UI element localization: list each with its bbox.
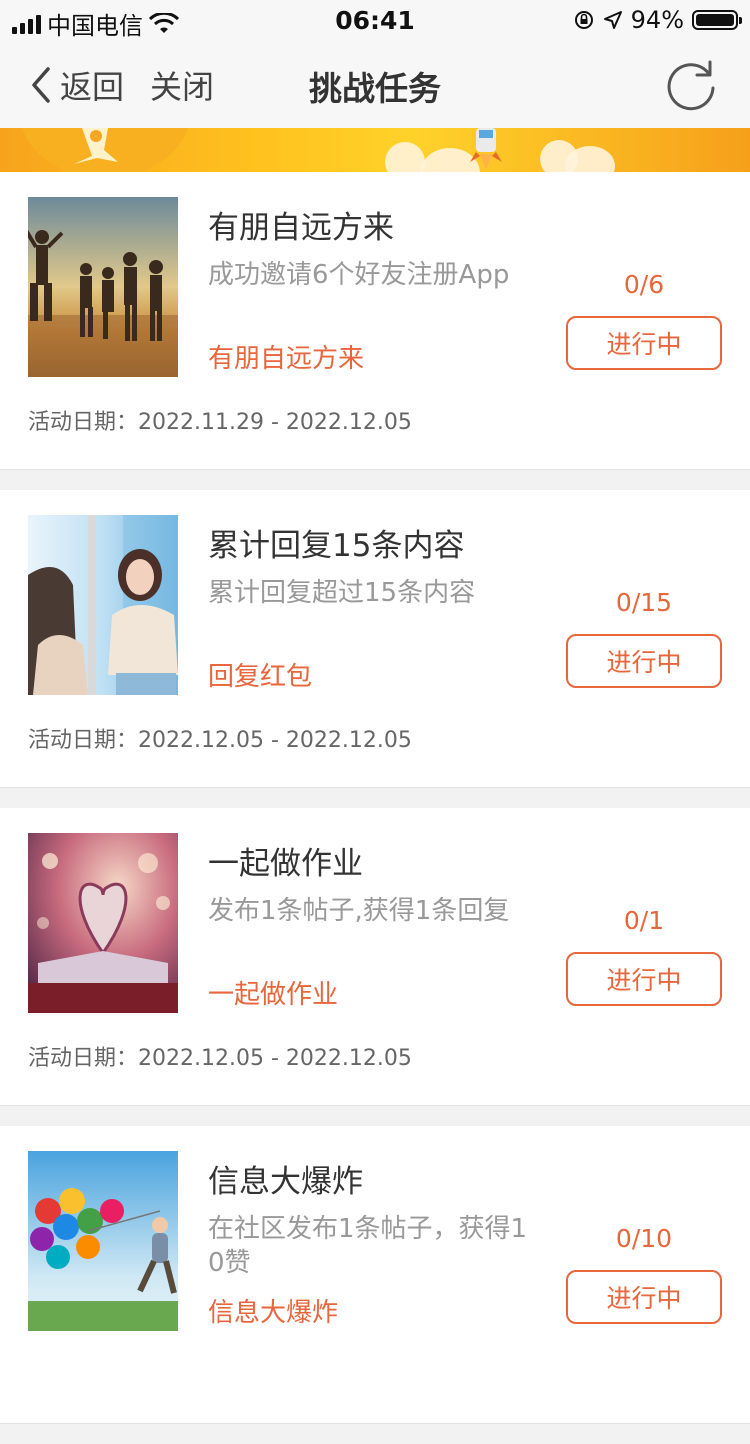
task-card[interactable]: 有朋自远方来 成功邀请6个好友注册App 有朋自远方来 0/6 进行中 活动日期… [0, 172, 750, 470]
date-label: 活动日期： [28, 728, 139, 753]
promo-banner[interactable] [0, 128, 750, 172]
battery-percent: 94% [630, 6, 684, 34]
location-icon [603, 11, 622, 29]
task-title: 累计回复15条内容 [208, 528, 465, 564]
task-description: 累计回复超过15条内容 [208, 578, 476, 608]
orientation-lock-icon [574, 11, 593, 29]
task-description: 在社区发布1条帖子，获得1 0赞 [208, 1214, 528, 1278]
rocket-decoration-icon [470, 128, 502, 170]
task-title: 一起做作业 [208, 846, 363, 882]
task-thumbnail [28, 1151, 178, 1331]
task-tag: 有朋自远方来 [208, 344, 365, 374]
date-range: 2022.12.05 - 2022.12.05 [138, 1046, 412, 1071]
date-range: 2022.11.29 - 2022.12.05 [138, 410, 412, 435]
task-tag: 一起做作业 [208, 980, 339, 1010]
task-tag: 信息大爆炸 [208, 1298, 339, 1328]
task-progress: 0/15 [615, 588, 673, 617]
date-label: 活动日期： [28, 410, 139, 435]
date-label: 活动日期： [28, 1046, 139, 1071]
task-date: 活动日期：2022.11.29 - 2022.12.05 [28, 404, 412, 436]
task-thumbnail [28, 833, 178, 1013]
task-status-button[interactable]: 进行中 [566, 1270, 722, 1324]
status-right: 94% [573, 6, 742, 34]
task-card[interactable]: 累计回复15条内容 累计回复超过15条内容 回复红包 0/15 进行中 活动日期… [0, 490, 750, 788]
star-decoration-icon [74, 128, 118, 164]
task-tag: 回复红包 [208, 662, 313, 692]
task-progress: 0/1 [623, 906, 665, 935]
task-status-button[interactable]: 进行中 [566, 952, 722, 1006]
battery-icon [692, 10, 742, 30]
refresh-icon[interactable] [662, 56, 720, 114]
task-date: 活动日期：2022.12.05 - 2022.12.05 [28, 722, 412, 754]
status-bar: 中国电信 06:41 94% [0, 0, 750, 40]
task-date: 活动日期：2022.12.05 - 2022.12.05 [28, 1040, 412, 1072]
task-status-button[interactable]: 进行中 [566, 316, 722, 370]
task-card[interactable]: 信息大爆炸 在社区发布1条帖子，获得1 0赞 信息大爆炸 0/10 进行中 [0, 1126, 750, 1424]
task-thumbnail [28, 515, 178, 695]
page-title: 挑战任务 [309, 69, 441, 108]
task-list: 有朋自远方来 成功邀请6个好友注册App 有朋自远方来 0/6 进行中 活动日期… [0, 172, 750, 1444]
task-description: 发布1条帖子,获得1条回复 [208, 896, 510, 926]
task-card[interactable]: 一起做作业 发布1条帖子,获得1条回复 一起做作业 0/1 进行中 活动日期：2… [0, 808, 750, 1106]
task-description: 成功邀请6个好友注册App [208, 260, 510, 290]
task-progress: 0/6 [623, 270, 665, 299]
task-progress: 0/10 [615, 1224, 673, 1253]
task-title: 信息大爆炸 [208, 1164, 363, 1200]
task-status-button[interactable]: 进行中 [566, 634, 722, 688]
task-title: 有朋自远方来 [208, 210, 394, 246]
nav-bar: 返回 关闭 挑战任务 [0, 40, 750, 128]
date-range: 2022.12.05 - 2022.12.05 [138, 728, 412, 753]
task-thumbnail [28, 197, 178, 377]
